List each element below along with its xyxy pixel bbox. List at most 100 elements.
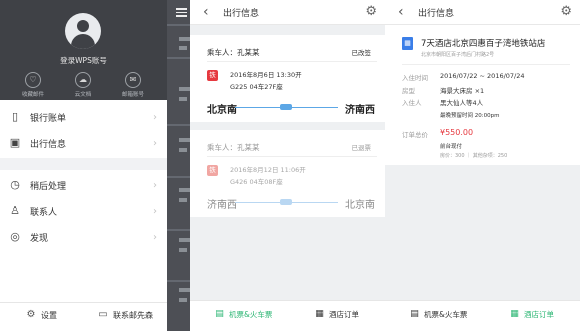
total-price: ¥550.00 [440, 128, 474, 137]
list-item [179, 138, 190, 142]
bottom-tabbar: ▤ 机票&火车票 ▦ 酒店订单 [190, 300, 385, 331]
price-breakdown: 房价：300 ｜ 其他杂项：250 [440, 153, 508, 159]
hotel-icon: ▦ [510, 309, 519, 319]
avatar[interactable] [65, 13, 101, 49]
back-arrow-icon[interactable]: ‹ [398, 3, 404, 21]
stay-label: 入住时间 [402, 74, 428, 82]
list-item [179, 46, 187, 50]
divider [167, 57, 190, 59]
list-item [179, 298, 187, 302]
train-seat: G225 04车27F座 [230, 83, 283, 91]
settings-label: 设置 [41, 310, 57, 320]
person-icon: ♙ [10, 204, 20, 217]
payment-method: 前台现付 [440, 144, 463, 150]
settings-button[interactable]: ⚙ 设置 [25, 309, 57, 321]
menu-item-later[interactable]: ◷ 稍后处理 › [0, 172, 167, 198]
gear-icon[interactable]: ⚙ [560, 4, 572, 20]
menu-item-travel[interactable]: ▣ 出行信息 › [0, 130, 167, 156]
list-item [179, 148, 187, 152]
list-item [179, 37, 190, 41]
divider [402, 64, 570, 65]
heart-icon: ♡ [25, 72, 41, 88]
tab-hotel[interactable]: ▦ 酒店订单 [314, 309, 359, 320]
status-badge: 已退票 [351, 144, 372, 152]
bill-icon: ▯ [11, 110, 19, 123]
room-label: 房型 [402, 87, 415, 95]
trip-datetime: 2016年8月12日 11:06开 [230, 166, 306, 174]
tab-flight-train[interactable]: ▤ 机票&火车票 [214, 309, 272, 320]
divider [0, 158, 167, 170]
menu-label: 稍后处理 [30, 181, 67, 192]
trip-datetime: 2016年8月6日 13:30开 [230, 71, 302, 79]
nav-header: ‹ 出行信息 ⚙ [385, 0, 580, 25]
divider [167, 229, 190, 231]
to-city: 北京南 [345, 200, 375, 211]
hotel-name: 7天酒店北京四惠百子湾地铁站店 [421, 39, 546, 49]
divider [207, 61, 377, 62]
bottom-tabbar: ▤ 机票&火车票 ▦ 酒店订单 [385, 300, 580, 331]
quick-cloud-docs[interactable]: ☁ 云文档 [63, 72, 103, 98]
quick-label: 收藏邮件 [21, 92, 44, 98]
chat-icon: ▭ [98, 309, 108, 320]
hotel-icon: ▦ [402, 37, 413, 50]
guest-label: 入住人 [402, 99, 422, 107]
to-city: 济南西 [345, 105, 375, 116]
ticket-icon: ▤ [410, 309, 419, 319]
luggage-icon: ▣ [9, 136, 21, 149]
list-item [179, 248, 187, 252]
quick-mail-account[interactable]: ✉ 邮箱账号 [113, 72, 153, 98]
menu-label: 银行账单 [30, 113, 67, 124]
quick-favorites[interactable]: ♡ 收藏邮件 [13, 72, 53, 98]
gear-icon[interactable]: ⚙ [365, 4, 377, 20]
room-type: 海景大床房 ×1 [440, 87, 485, 95]
contact-label: 联系邮先森 [113, 310, 153, 320]
from-city: 济南西 [207, 200, 237, 211]
passenger: 乘车人：孔某某 [207, 48, 260, 57]
compass-icon: ◎ [10, 230, 20, 243]
passenger: 乘车人：孔某某 [207, 143, 260, 152]
ticket-icon: ▤ [215, 309, 224, 319]
tab-flight-train[interactable]: ▤ 机票&火车票 [409, 309, 467, 320]
menu-item-discover[interactable]: ◎ 发现 › [0, 224, 167, 250]
chevron-right-icon: › [153, 137, 157, 149]
tab-label: 酒店订单 [524, 310, 554, 319]
list-item [179, 288, 190, 292]
quick-label: 云文档 [74, 92, 92, 98]
train-marker-icon [280, 199, 292, 205]
chevron-right-icon: › [153, 111, 157, 123]
tab-label: 酒店订单 [329, 310, 359, 319]
menu-item-bank-bill[interactable]: ▯ 银行账单 › [0, 104, 167, 130]
divider [207, 156, 377, 157]
tab-hotel[interactable]: ▦ 酒店订单 [509, 309, 554, 320]
list-item [179, 188, 190, 192]
hotel-icon: ▦ [315, 309, 324, 319]
back-arrow-icon[interactable]: ‹ [203, 3, 209, 21]
menu-label: 发现 [30, 233, 49, 244]
quick-label: 邮箱账号 [121, 92, 144, 98]
status-badge: 已改签 [351, 49, 372, 57]
trip-card[interactable]: 乘车人：孔某某 已改签 铁 2016年8月6日 13:30开 G225 04车2… [190, 35, 385, 122]
divider [167, 280, 190, 282]
trip-card[interactable]: 乘车人：孔某某 已退票 铁 2016年8月12日 11:06开 G426 04车… [190, 130, 385, 217]
drawer-footer: ⚙ 设置 ▭ 联系邮先森 [0, 302, 167, 331]
contact-button[interactable]: ▭ 联系邮先森 [97, 309, 153, 321]
travel-panel: ‹ 出行信息 ⚙ 乘车人：孔某某 已改签 铁 2016年8月6日 13:30开 … [190, 0, 385, 331]
guests: 黑大仙人等4人 [440, 99, 484, 107]
from-city: 北京南 [207, 105, 237, 116]
hotel-order-card[interactable]: ▦ 7天酒店北京四惠百子湾地铁站店 北京市朝阳区百子湾后门村路2号 入住时间 2… [385, 25, 580, 165]
tab-label: 机票&火车票 [229, 310, 273, 319]
chevron-right-icon: › [153, 205, 157, 217]
mail-icon: ✉ [125, 72, 141, 88]
nav-header: ‹ 出行信息 ⚙ [190, 0, 385, 25]
drawer-panel: 登录WPS账号 ♡ 收藏邮件 ☁ 云文档 ✉ 邮箱账号 ▯ 银行账单 › ▣ 出… [0, 0, 190, 331]
app-root: 登录WPS账号 ♡ 收藏邮件 ☁ 云文档 ✉ 邮箱账号 ▯ 银行账单 › ▣ 出… [0, 0, 580, 331]
clock-icon: ◷ [10, 178, 20, 191]
train-icon: 铁 [207, 70, 218, 81]
login-wps-account[interactable]: 登录WPS账号 [0, 55, 167, 66]
train-icon: 铁 [207, 165, 218, 176]
divider [167, 176, 190, 178]
dimmed-inbox-overlay[interactable] [167, 0, 190, 331]
menu-item-contacts[interactable]: ♙ 联系人 › [0, 198, 167, 224]
list-item [179, 238, 190, 242]
train-marker-icon [280, 104, 292, 110]
